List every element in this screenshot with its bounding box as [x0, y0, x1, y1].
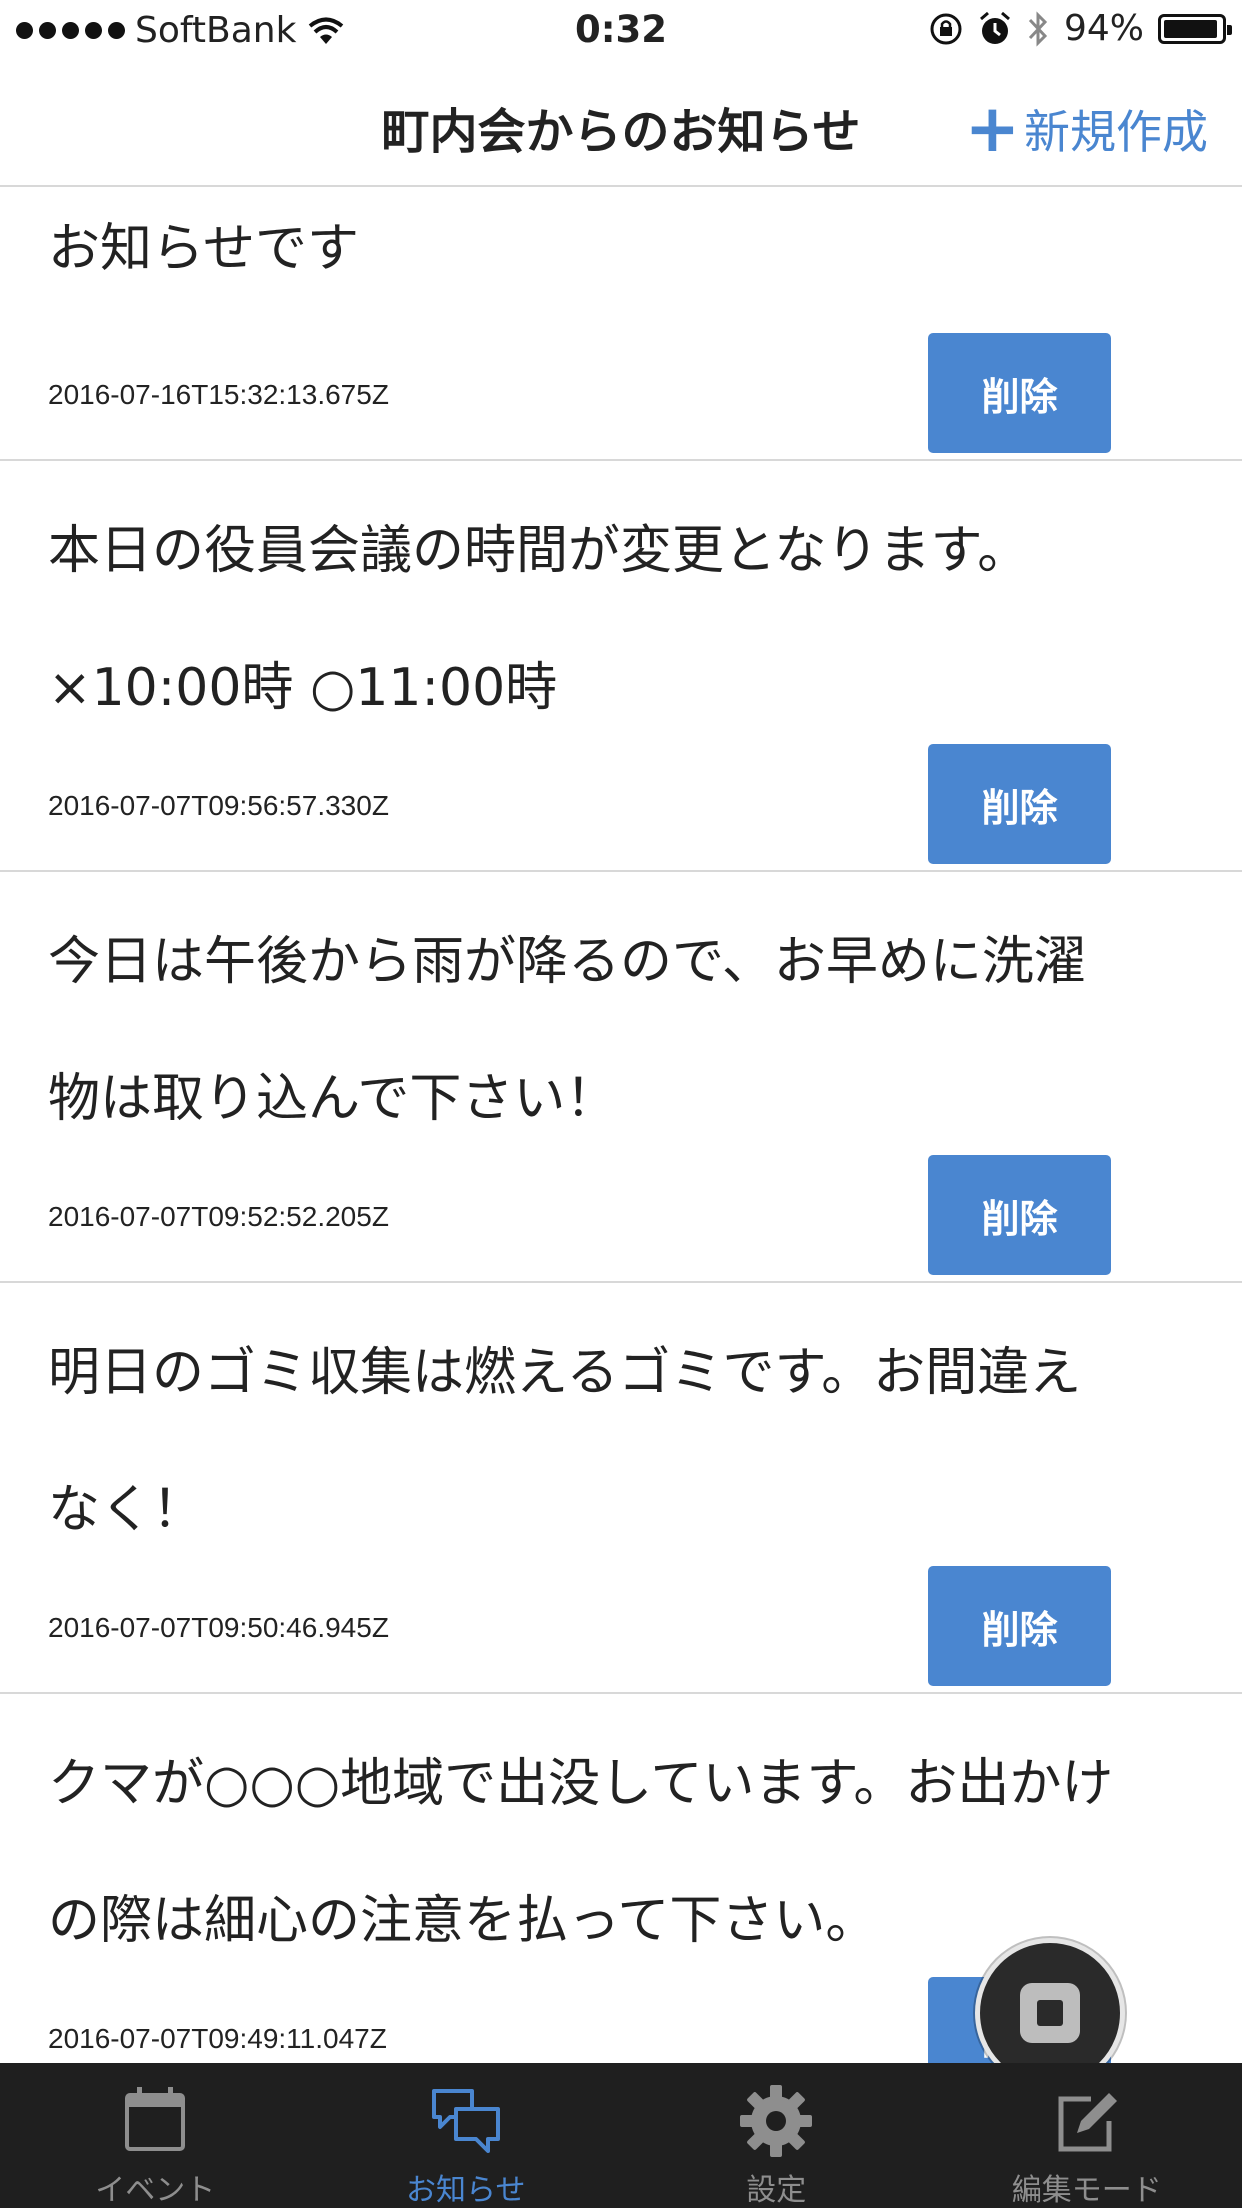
- new-notice-button[interactable]: + 新規作成: [965, 96, 1208, 162]
- delete-button[interactable]: 削除: [928, 1155, 1111, 1275]
- tab-label: お知らせ: [311, 2165, 622, 2209]
- calendar-icon: [115, 2081, 195, 2161]
- notice-message: 今日は午後から雨が降るので、お早めに洗濯 物は取り込んで下さい！: [48, 894, 1142, 1168]
- alarm-icon: [978, 11, 1012, 47]
- new-notice-label: 新規作成: [1024, 96, 1208, 162]
- tab-settings[interactable]: 設定: [621, 2063, 932, 2208]
- edit-icon: [1047, 2081, 1127, 2161]
- battery-icon: [1158, 14, 1226, 44]
- tab-edit-mode[interactable]: 編集モード: [932, 2063, 1242, 2208]
- chat-bubbles-icon: [426, 2081, 506, 2161]
- status-bar: SoftBank 0:32 94%: [0, 0, 1242, 62]
- tab-label: 編集モード: [932, 2165, 1242, 2209]
- notice-message: 明日のゴミ収集は燃えるゴミです。お間違え なく！: [48, 1305, 1142, 1579]
- notice-message: 本日の役員会議の時間が変更となります。 ×10:00時 ○11:00時: [48, 483, 1142, 757]
- bluetooth-icon: [1026, 10, 1050, 48]
- notice-item: 今日は午後から雨が降るので、お早めに洗濯 物は取り込んで下さい！ 2016-07…: [0, 872, 1242, 1283]
- plus-icon: +: [965, 106, 1020, 152]
- navigation-bar: 町内会からのお知らせ + 新規作成: [0, 62, 1242, 187]
- tab-events[interactable]: イベント: [0, 2063, 311, 2208]
- notice-message: お知らせです: [48, 187, 1142, 318]
- notice-list[interactable]: お知らせです 2016-07-16T15:32:13.675Z 削除 本日の役員…: [0, 187, 1242, 2063]
- notice-item: 本日の役員会議の時間が変更となります。 ×10:00時 ○11:00時 2016…: [0, 461, 1242, 872]
- notice-message: クマが○○○地域で出没しています。お出かけ の際は細心の注意を払って下さい。: [48, 1716, 1142, 1990]
- notice-date: 2016-07-07T09:50:46.945Z: [48, 1612, 389, 1644]
- tab-label: イベント: [0, 2165, 311, 2209]
- delete-button[interactable]: 削除: [928, 333, 1111, 453]
- notice-date: 2016-07-07T09:52:52.205Z: [48, 1201, 389, 1233]
- tab-bar: イベント お知らせ 設定: [0, 2063, 1242, 2208]
- notice-item: 明日のゴミ収集は燃えるゴミです。お間違え なく！ 2016-07-07T09:5…: [0, 1283, 1242, 1694]
- notice-item: お知らせです 2016-07-16T15:32:13.675Z 削除: [0, 187, 1242, 461]
- notice-date: 2016-07-16T15:32:13.675Z: [48, 379, 389, 411]
- status-indicators: 94%: [928, 8, 1226, 49]
- tab-notices[interactable]: お知らせ: [311, 2063, 622, 2208]
- delete-button[interactable]: 削除: [928, 1566, 1111, 1686]
- stop-icon: [1020, 1983, 1080, 2043]
- tab-label: 設定: [621, 2165, 932, 2209]
- notice-date: 2016-07-07T09:56:57.330Z: [48, 790, 389, 822]
- gear-icon: [736, 2081, 816, 2161]
- delete-button[interactable]: 削除: [928, 744, 1111, 864]
- notice-date: 2016-07-07T09:49:11.047Z: [48, 2023, 387, 2055]
- battery-percent: 94%: [1064, 8, 1144, 49]
- orientation-lock-icon: [928, 11, 964, 47]
